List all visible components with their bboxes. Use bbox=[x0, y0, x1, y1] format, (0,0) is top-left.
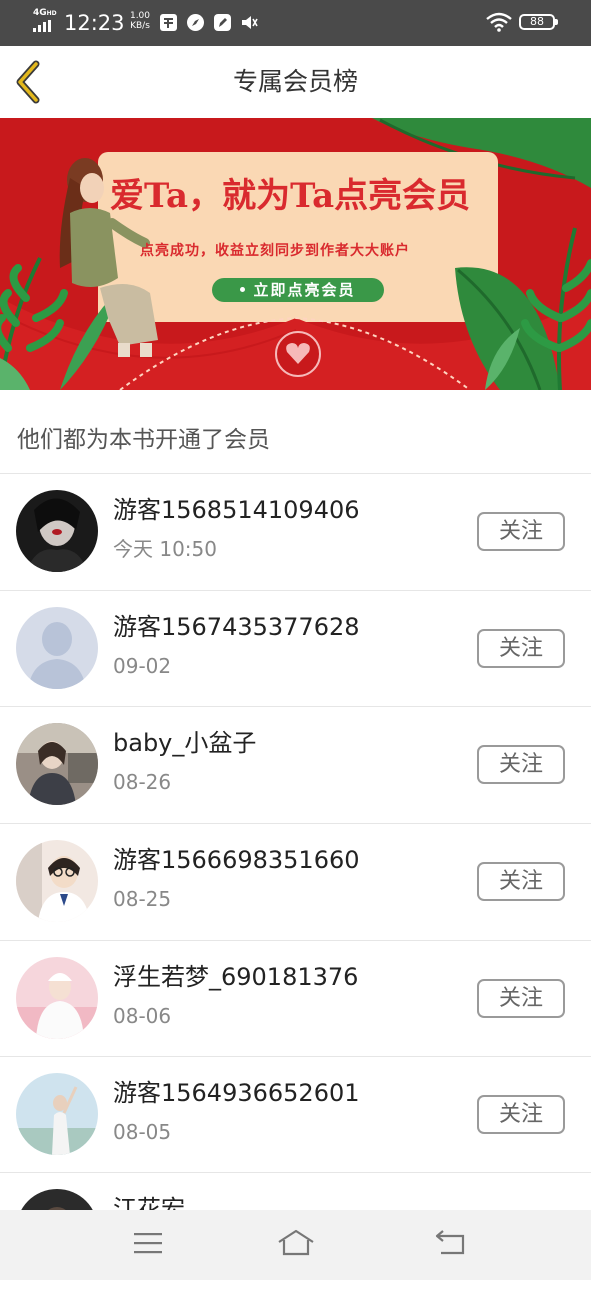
activate-membership-label: 立即点亮会员 bbox=[253, 281, 356, 299]
member-name: 浮生若梦_690181376 bbox=[113, 963, 359, 991]
follow-button[interactable]: 关注 bbox=[477, 979, 565, 1018]
member-row[interactable]: 游客1568514109406 今天 10:50 关注 bbox=[0, 474, 591, 590]
follow-button[interactable]: 关注 bbox=[477, 512, 565, 551]
member-date: 08-26 bbox=[113, 770, 172, 794]
system-navigation-bar bbox=[0, 1210, 591, 1280]
member-name: 游客1568514109406 bbox=[113, 496, 360, 524]
back-icon[interactable] bbox=[433, 1228, 469, 1258]
banner-subtitle: 点亮成功，收益立刻同步到作者大大账户 bbox=[140, 243, 410, 259]
member-date: 08-25 bbox=[113, 887, 172, 911]
follow-button[interactable]: 关注 bbox=[477, 862, 565, 901]
status-bar: 4GHD 12:23 1.00 KB/s 88 bbox=[0, 0, 591, 46]
home-icon[interactable] bbox=[276, 1228, 316, 1258]
avatar[interactable] bbox=[16, 723, 98, 805]
member-name: baby_小盆子 bbox=[113, 729, 257, 757]
member-name: 游客1566698351660 bbox=[113, 846, 360, 874]
network-type: 4GHD bbox=[33, 8, 57, 18]
member-name: 游客1564936652601 bbox=[113, 1079, 360, 1107]
follow-button[interactable]: 关注 bbox=[477, 1095, 565, 1134]
mute-icon bbox=[242, 16, 258, 29]
edit-app-icon bbox=[214, 14, 231, 31]
banner-title: 爱Ta，就为Ta点亮会员 bbox=[110, 176, 471, 216]
member-row[interactable]: baby_小盆子 08-26 关注 bbox=[0, 707, 591, 823]
battery-indicator: 88 bbox=[519, 14, 558, 30]
bullet-icon bbox=[240, 286, 246, 292]
follow-button[interactable]: 关注 bbox=[477, 629, 565, 668]
network-speed: 1.00 KB/s bbox=[129, 11, 151, 31]
member-date: 09-02 bbox=[113, 654, 172, 678]
avatar[interactable] bbox=[16, 607, 98, 689]
wifi-icon bbox=[486, 12, 512, 32]
member-date: 08-05 bbox=[113, 1120, 172, 1144]
member-row[interactable]: 浮生若梦_690181376 08-06 关注 bbox=[0, 941, 591, 1057]
follow-button[interactable]: 关注 bbox=[477, 745, 565, 784]
section-title: 他们都为本书开通了会员 bbox=[17, 427, 270, 453]
header: 专属会员榜 bbox=[0, 46, 591, 118]
notification-app-icon bbox=[160, 14, 177, 31]
compass-icon bbox=[187, 14, 204, 31]
member-row[interactable]: 游客1564936652601 08-05 关注 bbox=[0, 1057, 591, 1173]
member-row[interactable]: 游客1566698351660 08-25 关注 bbox=[0, 824, 591, 940]
avatar[interactable] bbox=[16, 957, 98, 1039]
signal-icon bbox=[33, 20, 51, 32]
activate-membership-button[interactable]: 立即点亮会员 bbox=[212, 278, 384, 302]
avatar[interactable] bbox=[16, 1073, 98, 1155]
avatar[interactable] bbox=[16, 490, 98, 572]
member-date: 今天 10:50 bbox=[113, 537, 217, 561]
member-date: 08-06 bbox=[113, 1004, 172, 1028]
member-row[interactable]: 游客1567435377628 09-02 关注 bbox=[0, 591, 591, 707]
avatar[interactable] bbox=[16, 840, 98, 922]
page-title: 专属会员榜 bbox=[232, 67, 358, 96]
membership-banner[interactable]: 爱Ta，就为Ta点亮会员 点亮成功，收益立刻同步到作者大大账户 立即点亮会员 bbox=[0, 118, 591, 390]
menu-icon[interactable] bbox=[130, 1228, 166, 1258]
clock: 12:23 bbox=[64, 11, 125, 35]
member-name: 游客1567435377628 bbox=[113, 613, 360, 641]
